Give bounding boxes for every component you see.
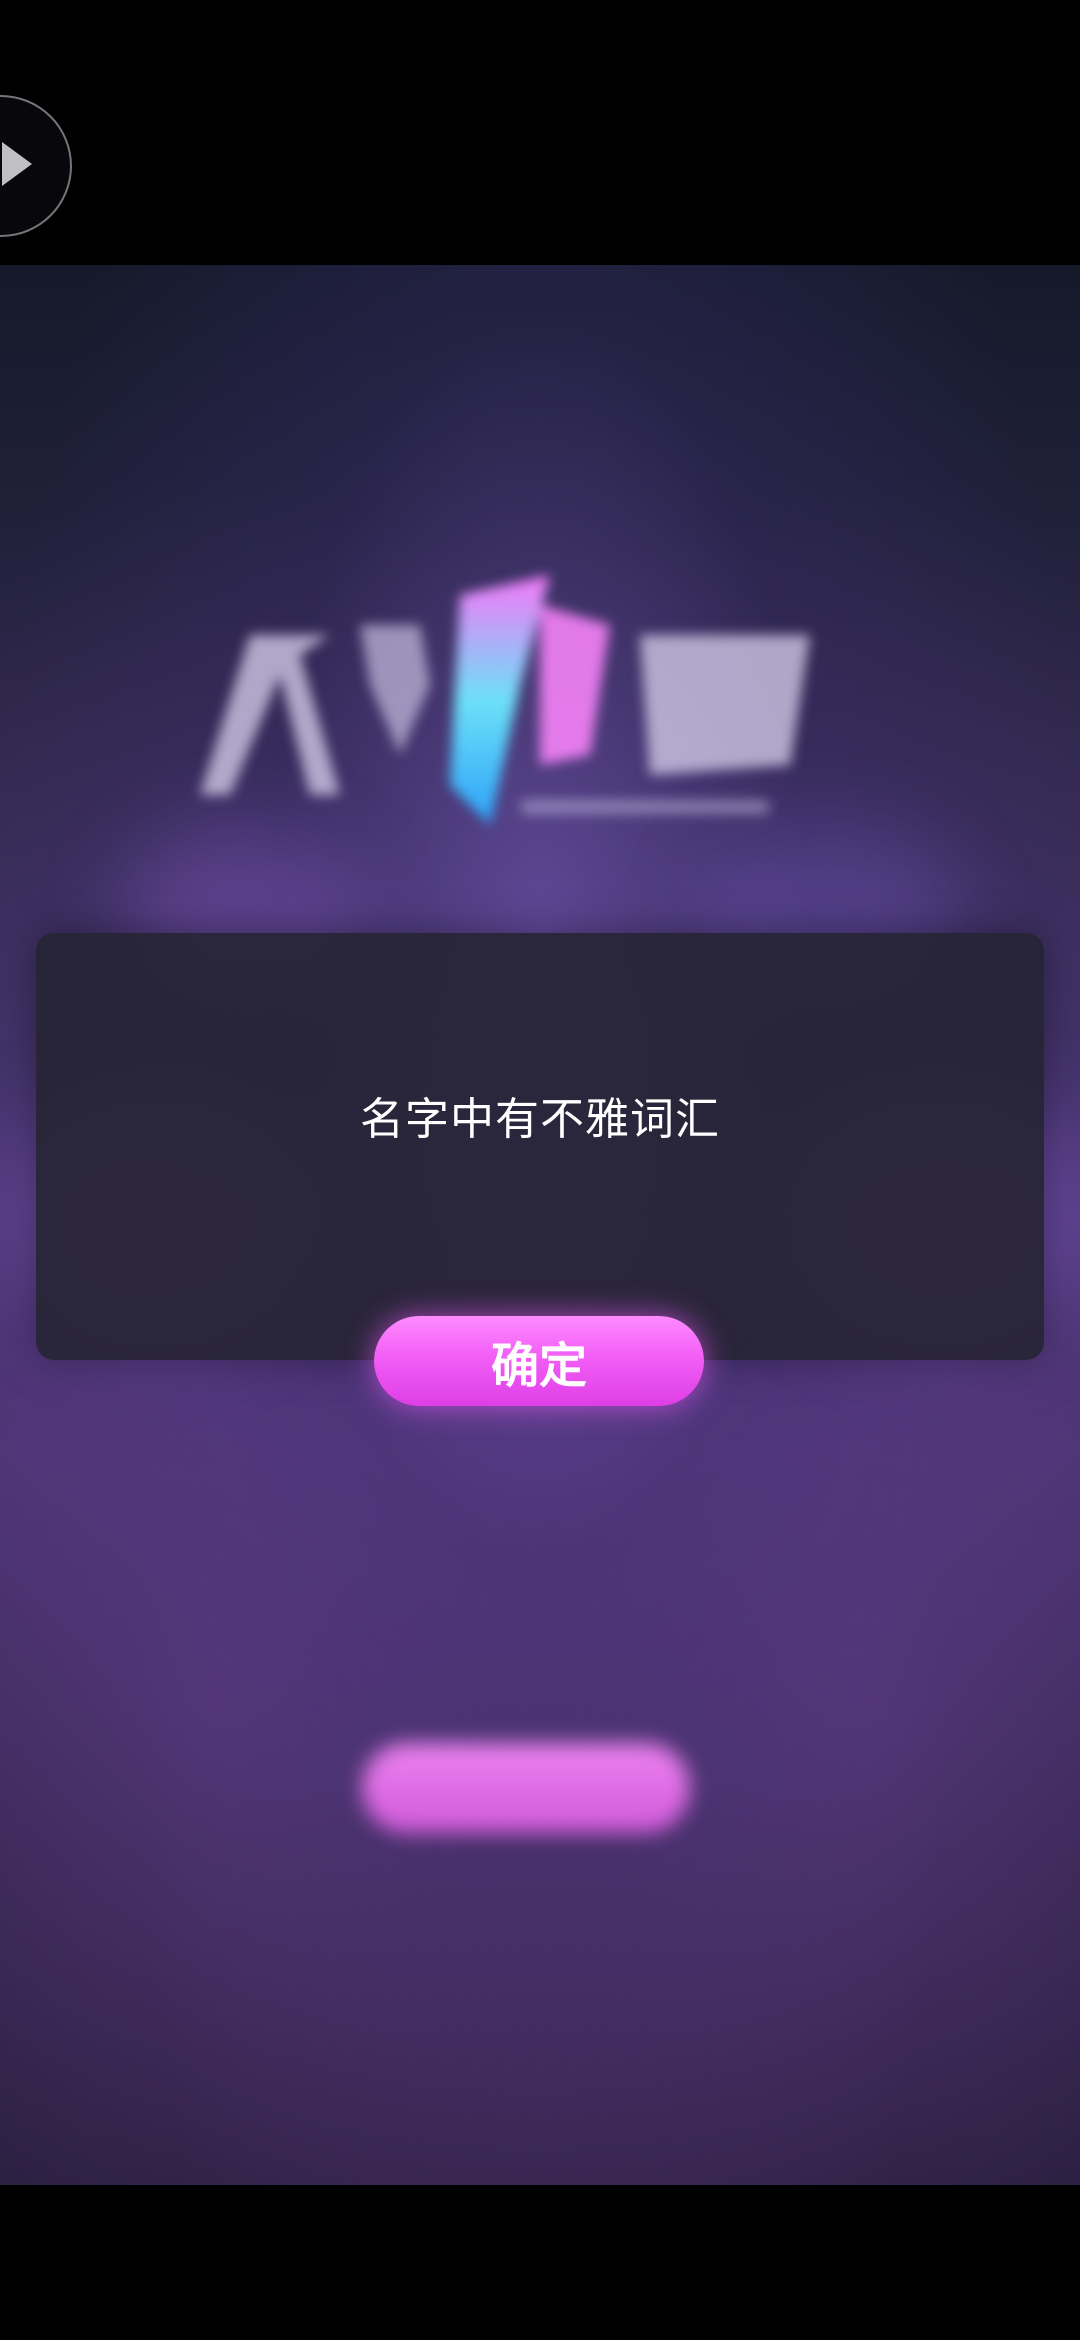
top-black-bar	[0, 0, 1080, 265]
screen: 名字中有不雅词汇 确定	[0, 0, 1080, 2340]
dialog-message: 名字中有不雅词汇	[360, 1094, 720, 1145]
bottom-black-bar	[0, 2185, 1080, 2340]
game-logo	[200, 575, 810, 825]
alert-dialog: 名字中有不雅词汇	[36, 933, 1044, 1360]
background-button	[362, 1743, 690, 1833]
play-icon	[2, 142, 32, 186]
confirm-button[interactable]: 确定	[374, 1316, 704, 1406]
